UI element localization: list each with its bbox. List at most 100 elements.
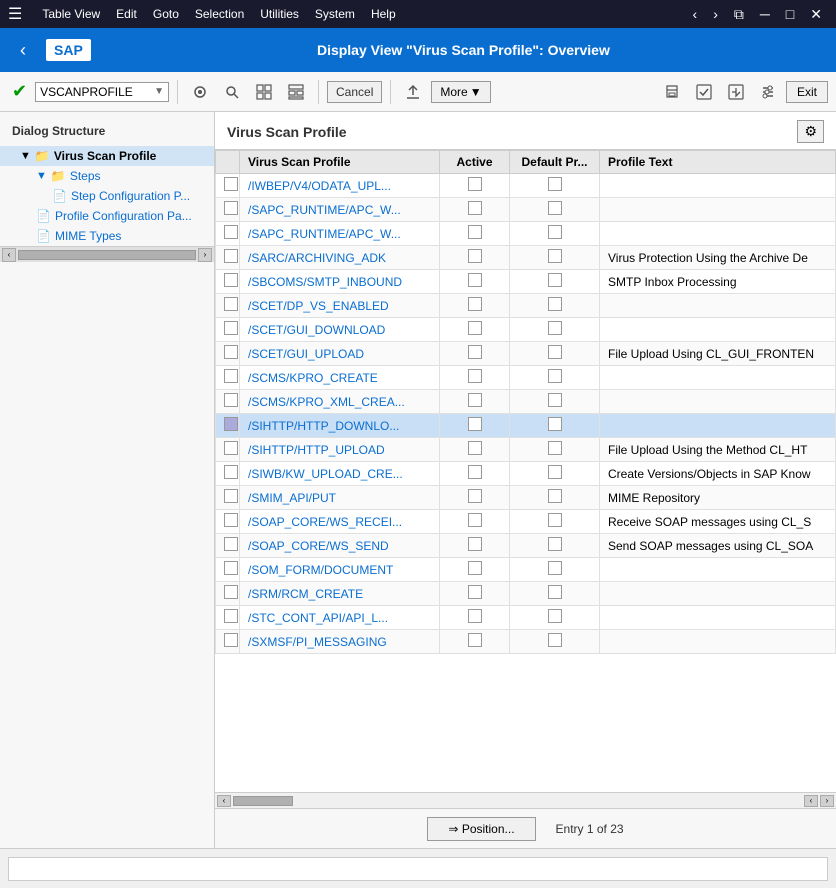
table-row[interactable]: /SOM_FORM/DOCUMENT: [216, 558, 836, 582]
grid-icon[interactable]: [250, 80, 278, 104]
sidebar-item-profile-config[interactable]: 📄 Profile Configuration Pa...: [0, 206, 214, 226]
row-select-checkbox[interactable]: [216, 534, 240, 558]
row-select-checkbox[interactable]: [216, 486, 240, 510]
cell-defaultpr[interactable]: [510, 606, 600, 630]
sap-back-button[interactable]: ‹: [12, 36, 34, 65]
table-row[interactable]: /SRM/RCM_CREATE: [216, 582, 836, 606]
cell-active[interactable]: [440, 390, 510, 414]
layout-icon[interactable]: [282, 80, 310, 104]
cell-defaultpr[interactable]: [510, 486, 600, 510]
table-row[interactable]: /SCET/GUI_UPLOADFile Upload Using CL_GUI…: [216, 342, 836, 366]
table-row[interactable]: /SCMS/KPRO_XML_CREA...: [216, 390, 836, 414]
row-select-checkbox[interactable]: [216, 294, 240, 318]
row-select-checkbox[interactable]: [216, 222, 240, 246]
cell-defaultpr[interactable]: [510, 414, 600, 438]
cell-active[interactable]: [440, 462, 510, 486]
cell-defaultpr[interactable]: [510, 174, 600, 198]
menu-selection[interactable]: Selection: [189, 5, 250, 23]
row-select-checkbox[interactable]: [216, 438, 240, 462]
menu-help[interactable]: Help: [365, 5, 402, 23]
cell-defaultpr[interactable]: [510, 582, 600, 606]
row-select-checkbox[interactable]: [216, 198, 240, 222]
row-select-checkbox[interactable]: [216, 270, 240, 294]
nav-back-icon[interactable]: ‹: [687, 4, 704, 25]
table-settings-button[interactable]: ⚙: [797, 120, 824, 143]
cell-active[interactable]: [440, 366, 510, 390]
cell-defaultpr[interactable]: [510, 270, 600, 294]
scroll-thumb[interactable]: [18, 250, 196, 260]
row-select-checkbox[interactable]: [216, 558, 240, 582]
table-row[interactable]: /SCET/GUI_DOWNLOAD: [216, 318, 836, 342]
table-row[interactable]: /SOAP_CORE/WS_RECEI...Receive SOAP messa…: [216, 510, 836, 534]
hamburger-menu[interactable]: ☰: [8, 4, 22, 24]
cell-defaultpr[interactable]: [510, 510, 600, 534]
cell-active[interactable]: [440, 270, 510, 294]
cell-defaultpr[interactable]: [510, 534, 600, 558]
table-row[interactable]: /SOAP_CORE/WS_SENDSend SOAP messages usi…: [216, 534, 836, 558]
cell-active[interactable]: [440, 510, 510, 534]
export-button[interactable]: [722, 80, 750, 104]
table-row[interactable]: /SMIM_API/PUTMIME Repository: [216, 486, 836, 510]
customize-icon[interactable]: [186, 80, 214, 104]
row-select-checkbox[interactable]: [216, 390, 240, 414]
column-settings-button[interactable]: [754, 80, 782, 104]
cell-defaultpr[interactable]: [510, 558, 600, 582]
menu-tableview[interactable]: Table View: [36, 5, 106, 23]
status-input[interactable]: [8, 857, 828, 881]
upload-icon[interactable]: [399, 80, 427, 104]
cell-active[interactable]: [440, 294, 510, 318]
cell-defaultpr[interactable]: [510, 390, 600, 414]
close-icon[interactable]: ✕: [804, 4, 828, 25]
row-select-checkbox[interactable]: [216, 366, 240, 390]
cell-active[interactable]: [440, 606, 510, 630]
search-button[interactable]: [218, 80, 246, 104]
scroll-right-button[interactable]: ›: [198, 248, 212, 262]
transaction-dropdown-icon[interactable]: ▼: [154, 86, 164, 97]
sidebar-item-virus-scan-profile[interactable]: ▼ 📁 Virus Scan Profile: [0, 146, 214, 166]
table-row[interactable]: /SAPC_RUNTIME/APC_W...: [216, 198, 836, 222]
minimize-icon[interactable]: ─: [754, 4, 776, 25]
row-select-checkbox[interactable]: [216, 318, 240, 342]
table-row[interactable]: /SAPC_RUNTIME/APC_W...: [216, 222, 836, 246]
menu-edit[interactable]: Edit: [110, 5, 143, 23]
table-row[interactable]: /SBCOMS/SMTP_INBOUNDSMTP Inbox Processin…: [216, 270, 836, 294]
row-select-checkbox[interactable]: [216, 246, 240, 270]
cell-defaultpr[interactable]: [510, 630, 600, 654]
row-select-checkbox[interactable]: [216, 342, 240, 366]
save-local-button[interactable]: [690, 80, 718, 104]
table-row[interactable]: /SIWB/KW_UPLOAD_CRE...Create Versions/Ob…: [216, 462, 836, 486]
table-row[interactable]: /SXMSF/PI_MESSAGING: [216, 630, 836, 654]
exit-button[interactable]: Exit: [786, 81, 828, 103]
table-row[interactable]: /SIHTTP/HTTP_UPLOADFile Upload Using the…: [216, 438, 836, 462]
col-header-text[interactable]: Profile Text: [600, 151, 836, 174]
table-row[interactable]: /SARC/ARCHIVING_ADKVirus Protection Usin…: [216, 246, 836, 270]
maximize-icon[interactable]: □: [780, 4, 800, 25]
sidebar-item-step-config[interactable]: 📄 Step Configuration P...: [0, 186, 214, 206]
menu-system[interactable]: System: [309, 5, 361, 23]
cell-active[interactable]: [440, 534, 510, 558]
window-restore-icon[interactable]: ⧉: [728, 4, 750, 25]
row-select-checkbox[interactable]: [216, 630, 240, 654]
cancel-button[interactable]: Cancel: [327, 81, 382, 103]
scroll-left-button[interactable]: ‹: [2, 248, 16, 262]
cell-active[interactable]: [440, 342, 510, 366]
cell-defaultpr[interactable]: [510, 462, 600, 486]
row-select-checkbox[interactable]: [216, 582, 240, 606]
cell-defaultpr[interactable]: [510, 342, 600, 366]
table-row[interactable]: /SCET/DP_VS_ENABLED: [216, 294, 836, 318]
menu-utilities[interactable]: Utilities: [254, 5, 305, 23]
row-select-checkbox[interactable]: [216, 510, 240, 534]
col-header-defaultpr[interactable]: Default Pr...: [510, 151, 600, 174]
cell-active[interactable]: [440, 486, 510, 510]
sidebar-item-mime-types[interactable]: 📄 MIME Types: [0, 226, 214, 246]
hscroll-thumb[interactable]: [233, 796, 293, 806]
cell-defaultpr[interactable]: [510, 246, 600, 270]
print-button[interactable]: [658, 80, 686, 104]
cell-active[interactable]: [440, 630, 510, 654]
row-select-checkbox[interactable]: [216, 174, 240, 198]
cell-defaultpr[interactable]: [510, 318, 600, 342]
confirm-button[interactable]: ✔: [8, 79, 31, 104]
cell-active[interactable]: [440, 174, 510, 198]
hscroll-right2-button[interactable]: ›: [820, 795, 834, 807]
cell-defaultpr[interactable]: [510, 438, 600, 462]
